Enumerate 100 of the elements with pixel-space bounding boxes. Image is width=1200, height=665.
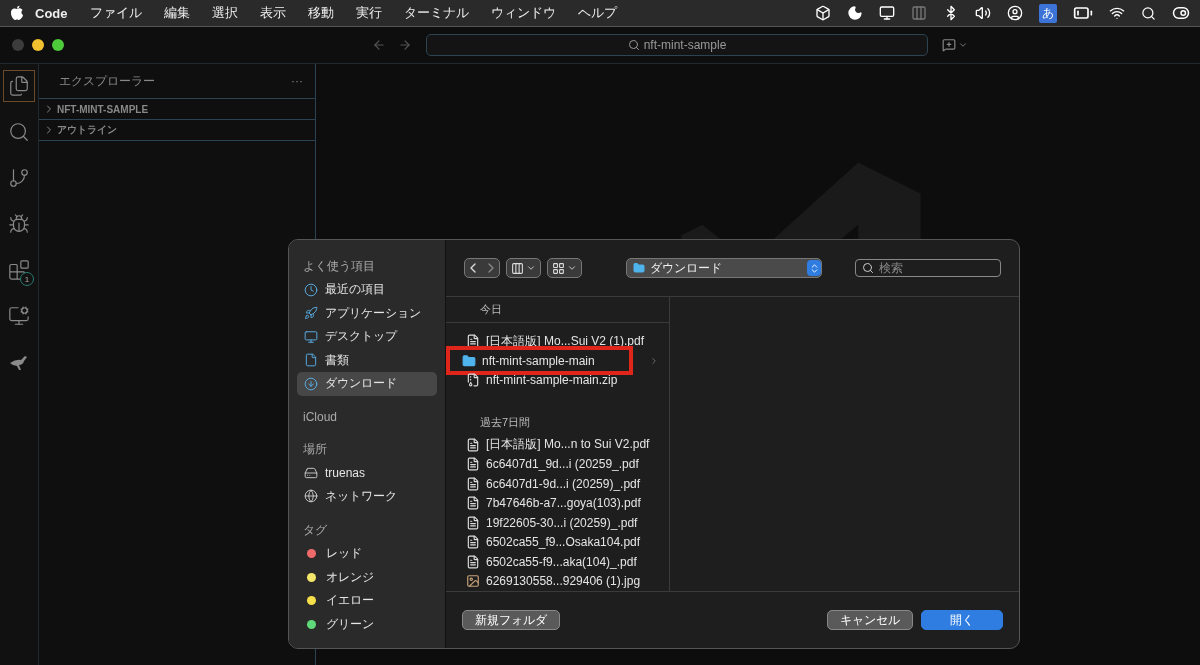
document-icon [466,515,480,530]
panel-icon[interactable] [911,5,927,21]
display-icon[interactable] [879,5,895,21]
search-placeholder: 検索 [879,259,903,277]
item-label: ダウンロード [325,375,397,393]
group-heading: 今日 [446,297,669,324]
activity-button[interactable]: 1 [3,254,35,286]
control-center-icon[interactable] [1172,4,1190,22]
file-name: 6269130558...929406 (1).jpg [486,574,641,589]
count-badge: 1 [20,272,34,286]
wifi-icon[interactable] [1109,5,1125,21]
section-label: NFT-MINT-SAMPLE [57,103,149,115]
menu-item[interactable]: 編集 [152,4,201,22]
rocket-icon [304,306,318,321]
section-header[interactable]: アウトライン [39,120,315,141]
search-icon [627,39,640,51]
file-name: 6c6407d1_9d...i (20259_.pdf [486,457,639,472]
sidebar-heading: 場所 [302,440,328,458]
menu-item[interactable]: 実行 [344,4,393,22]
globe-icon [304,489,318,504]
item-label: レッド [326,545,362,563]
file-row[interactable]: 6502ca55-f9...aka(104)_.pdf [450,551,665,572]
menu-item[interactable]: 選択 [200,4,249,22]
menu-item[interactable]: ウィンドウ [479,4,567,22]
app-menu[interactable]: Code [24,5,79,21]
user-icon[interactable] [1007,5,1023,21]
caret-icon [526,263,536,273]
menu-item[interactable]: ファイル [78,4,153,22]
folder-icon [462,353,476,368]
file-name: nft-mint-sample-main.zip [486,373,618,387]
sidebar-item[interactable]: オレンジ [297,565,437,589]
view-mode-button[interactable] [506,258,541,278]
back-forward-control[interactable] [464,258,500,278]
file-name: 6502ca55_f9...Osaka104.pdf [486,535,641,550]
cancel-button[interactable]: キャンセル [827,610,913,630]
sidebar-item[interactable]: アプリケーション [297,301,437,326]
sidebar-item[interactable]: 書類 [297,348,437,373]
moon-icon[interactable] [847,5,863,21]
document-icon [466,496,480,511]
caret-icon [567,263,577,273]
file-row[interactable]: 6502ca55_f9...Osaka104.pdf [450,532,665,552]
file-row[interactable]: 6c6407d1_9d...i (20259_.pdf [450,454,665,475]
blocks-icon [8,259,30,281]
sidebar-item[interactable]: デスクトップ [297,325,437,349]
volume-icon[interactable] [975,5,991,21]
sidebar-heading: タグ [302,521,328,539]
more-button[interactable]: ··· [291,74,303,88]
download-icon [304,376,318,391]
activity-button[interactable] [3,70,35,102]
search-field[interactable]: 検索 [855,259,1001,277]
sidebar-item[interactable]: 最近の項目 [297,278,437,302]
file-row[interactable]: 19f22605-30...i (20259)_.pdf [450,513,665,533]
box-icon[interactable] [815,5,831,21]
input-method-indicator[interactable]: あ [1039,3,1057,23]
sidebar-item[interactable]: truenas [297,460,437,485]
item-label: 最近の項目 [325,281,385,299]
item-label: オレンジ [326,568,374,586]
sidebar-item[interactable]: グリーン [297,612,437,636]
group-button[interactable] [547,258,582,278]
sidebar-item[interactable]: イエロー [297,588,437,613]
command-search-field[interactable]: nft-mint-sample [426,34,928,56]
item-label: アプリケーション [325,304,421,322]
menu-item[interactable]: ヘルプ [566,4,628,22]
menu-item[interactable]: ターミナル [392,4,480,22]
caret-icon[interactable] [958,40,968,50]
file-row[interactable]: [日本語版] Mo...n to Sui V2.pdf [450,435,665,455]
section-header[interactable]: NFT-MINT-SAMPLE [39,99,315,120]
search-icon[interactable] [1141,5,1156,21]
image-icon [466,574,480,589]
search-icon [8,121,30,143]
search-text: nft-mint-sample [643,38,727,52]
item-label: truenas [325,465,366,480]
open-button[interactable]: 開く [921,610,1003,630]
archive-icon [466,373,480,387]
section-label: アウトライン [57,123,117,137]
file-row[interactable]: 7b47646b-a7...goya(103).pdf [450,493,665,513]
folder-icon [633,262,645,274]
document-icon [466,554,480,569]
menu-item[interactable]: 表示 [248,4,297,22]
forward-icon[interactable] [398,38,412,52]
document-icon [466,334,480,349]
zoom-light[interactable] [52,39,64,51]
group-heading: 過去7日間 [479,414,532,430]
chat-icon[interactable] [942,38,956,52]
item-label: グリーン [326,615,374,633]
location-popup[interactable]: ダウンロード [626,258,822,278]
file-name: 6502ca55-f9...aka(104)_.pdf [486,554,637,569]
sidebar-item[interactable]: レッド [297,541,437,566]
chevron-icon [649,355,659,366]
file-name: 19f22605-30...i (20259)_.pdf [486,515,638,530]
apple-icon[interactable] [10,5,24,21]
file-row[interactable]: 6269130558...929406 (1).jpg [450,571,665,591]
sidebar-item[interactable]: ダウンロード [297,372,437,396]
file-row[interactable]: 6c6407d1-9d...i (20259)_.pdf [450,474,665,494]
clock-icon [304,282,318,297]
new-folder-button[interactable]: 新規フォルダ [462,610,560,630]
minimize-light[interactable] [32,39,44,51]
sidebar-item[interactable]: ネットワーク [297,484,437,508]
menu-item[interactable]: 移動 [296,4,345,22]
panel-title: エクスプローラー [59,72,155,90]
